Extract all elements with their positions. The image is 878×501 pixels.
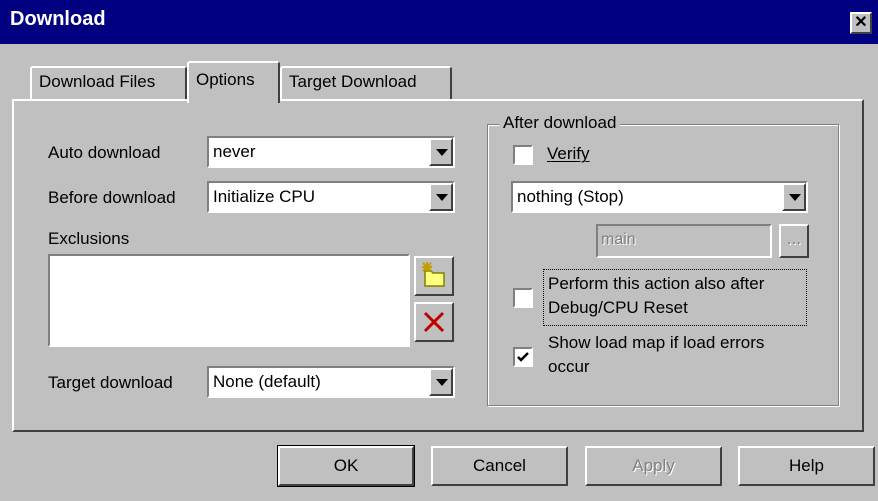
- show-load-map-checkbox[interactable]: [513, 347, 533, 367]
- after-download-group-title: After download: [499, 113, 621, 133]
- browse-ellipsis: ...: [786, 229, 802, 248]
- verify-label: Verify: [547, 144, 590, 163]
- target-download-label: Target download: [48, 373, 173, 392]
- perform-after-reset-label: Perform this action also after Debug/CPU…: [543, 269, 807, 326]
- auto-download-label: Auto download: [48, 143, 161, 162]
- auto-download-select[interactable]: never: [207, 136, 455, 168]
- before-download-value: Initialize CPU: [213, 187, 316, 206]
- verify-checkbox[interactable]: [513, 145, 533, 165]
- perform-after-reset-line2: Debug/CPU Reset: [548, 298, 688, 317]
- delete-exclusion-button[interactable]: [414, 302, 454, 342]
- show-load-map-line2: occur: [548, 357, 590, 376]
- after-download-action-select[interactable]: nothing (Stop): [511, 181, 808, 213]
- new-folder-icon: [422, 262, 445, 287]
- ok-label: OK: [333, 456, 359, 475]
- show-load-map-line1: Show load map if load errors: [548, 333, 765, 352]
- chevron-down-icon[interactable]: [429, 138, 453, 166]
- tab-download-files[interactable]: Download Files: [30, 66, 187, 99]
- title-bar[interactable]: [0, 0, 878, 44]
- window-title: Download: [10, 8, 106, 30]
- target-download-select[interactable]: None (default): [207, 366, 455, 398]
- close-button[interactable]: ✕: [850, 12, 872, 34]
- help-button[interactable]: Help: [738, 446, 875, 486]
- cancel-label: Cancel: [473, 456, 526, 475]
- chevron-down-icon[interactable]: [429, 183, 453, 211]
- chevron-down-icon[interactable]: [429, 368, 453, 396]
- help-label: Help: [789, 456, 824, 475]
- before-download-select[interactable]: Initialize CPU: [207, 181, 455, 213]
- tab-label: Download Files: [39, 72, 156, 91]
- exclusions-list[interactable]: [48, 254, 410, 347]
- exclusions-label: Exclusions: [48, 229, 130, 248]
- symbol-field[interactable]: main: [596, 224, 772, 258]
- tab-options[interactable]: Options: [187, 61, 280, 103]
- tab-label: Options: [196, 70, 255, 89]
- symbol-value: main: [601, 231, 636, 248]
- target-download-value: None (default): [213, 372, 321, 391]
- tab-label: Target Download: [289, 72, 417, 91]
- before-download-label: Before download: [48, 188, 176, 207]
- ok-button[interactable]: OK: [277, 445, 415, 487]
- auto-download-value: never: [213, 142, 256, 161]
- browse-button[interactable]: ...: [779, 224, 809, 258]
- close-icon: ✕: [854, 14, 868, 31]
- add-exclusion-button[interactable]: [414, 256, 454, 296]
- apply-label: Apply: [632, 456, 675, 475]
- after-download-group: [487, 124, 839, 406]
- chevron-down-icon[interactable]: [782, 183, 806, 211]
- after-download-action-value: nothing (Stop): [517, 187, 624, 206]
- perform-after-reset-checkbox[interactable]: [513, 288, 533, 308]
- delete-x-icon: [423, 311, 445, 333]
- apply-button[interactable]: Apply: [585, 446, 722, 486]
- checkmark-icon: [517, 352, 529, 362]
- perform-after-reset-line1: Perform this action also after: [548, 274, 765, 293]
- cancel-button[interactable]: Cancel: [431, 446, 568, 486]
- tab-target-download[interactable]: Target Download: [280, 66, 452, 99]
